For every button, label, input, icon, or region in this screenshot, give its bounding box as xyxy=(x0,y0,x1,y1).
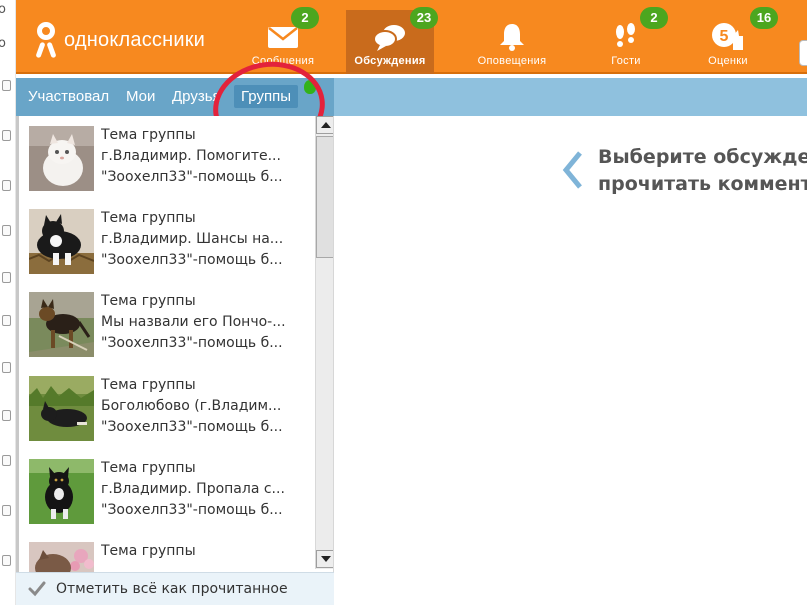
list-item[interactable]: Тема группы Мы назвали его Пончо-... "Зо… xyxy=(29,286,319,357)
screen: о о одноклассники Сообщения 2 Обсуждения… xyxy=(0,0,807,605)
scroll-up-button[interactable] xyxy=(316,116,333,134)
item-title: Тема группы xyxy=(101,293,196,309)
chevron-left-icon xyxy=(562,151,582,189)
bell-icon xyxy=(500,24,524,51)
item-group: "Зоохелп33"-помощь б... xyxy=(101,419,283,435)
scroll-down-button[interactable] xyxy=(316,550,333,568)
item-title: Тема группы xyxy=(101,210,196,226)
tab-mine[interactable]: Мои xyxy=(126,88,155,105)
svg-text:5: 5 xyxy=(720,28,729,45)
strip-marker xyxy=(2,362,11,373)
strip-marker xyxy=(2,455,11,466)
browser-left-strip: о о xyxy=(0,0,16,605)
strip-marker xyxy=(2,180,11,191)
item-topic: Боголюбово (г.Владим... xyxy=(101,398,282,414)
item-topic: г.Владимир. Шансы на... xyxy=(101,231,284,247)
header-stripe xyxy=(334,78,807,116)
item-group: "Зоохелп33"-помощь б... xyxy=(101,502,283,518)
strip-marker xyxy=(2,225,11,236)
item-title: Тема группы xyxy=(101,460,196,476)
item-group: "Зоохелп33"-помощь б... xyxy=(101,335,283,351)
scroll-thumb[interactable] xyxy=(316,136,333,258)
strip-marker xyxy=(2,315,11,326)
nav-discussions-badge: 23 xyxy=(410,7,438,29)
rating-5-icon: 5 xyxy=(712,23,743,50)
nav-guests-badge: 2 xyxy=(640,7,668,29)
item-topic: г.Владимир. Пропала с... xyxy=(101,481,285,497)
footprints-icon xyxy=(616,23,635,47)
nav-discussions[interactable]: Обсуждения 23 xyxy=(346,7,438,74)
strip-marker xyxy=(2,130,11,141)
item-group: "Зоохелп33"-помощь б... xyxy=(101,252,283,268)
strip-glyph: о xyxy=(0,36,6,51)
logo-text: одноклассники xyxy=(64,28,206,51)
strip-marker xyxy=(2,555,11,566)
thumbnail-dog-in-grass xyxy=(29,376,94,441)
item-title: Тема группы xyxy=(101,127,196,143)
item-title: Тема группы xyxy=(101,543,196,559)
list-item[interactable]: Тема группы г.Владимир. Помогите... "Зоо… xyxy=(29,120,319,191)
strip-marker xyxy=(2,410,11,421)
item-group: "Зоохелп33"-помощь б... xyxy=(101,169,283,185)
prompt-line-1: Выберите обсужде xyxy=(598,146,807,168)
prompt-line-2: прочитать коммент xyxy=(598,173,807,195)
strip-marker xyxy=(2,272,11,283)
thumbnail-puppy-on-grass xyxy=(29,459,94,524)
discussions-icon xyxy=(373,25,405,51)
nav-ratings-badge: 16 xyxy=(750,7,778,29)
checkmark-icon xyxy=(28,581,46,597)
thumbnail-black-white-cat xyxy=(29,209,94,274)
arrow-up-icon xyxy=(321,122,331,128)
item-title: Тема группы xyxy=(101,377,196,393)
ok-logo-icon xyxy=(34,22,58,59)
discussion-list: Тема группы г.Владимир. Помогите... "Зоо… xyxy=(16,116,334,605)
nav-notifications[interactable]: Оповещения xyxy=(468,10,556,74)
nav-notifications-label: Оповещения xyxy=(477,55,547,67)
top-nav-bar: одноклассники Сообщения 2 Обсуждения 23 xyxy=(16,0,807,74)
nav-ratings-label: Оценки xyxy=(708,55,748,67)
strip-glyph: о xyxy=(0,2,6,17)
thumbnail-shepherd-dog xyxy=(29,292,94,357)
nav-guests-label: Гости xyxy=(611,55,641,67)
list-item[interactable]: Тема группы Боголюбово (г.Владим... "Зоо… xyxy=(29,370,319,441)
arrow-down-icon xyxy=(321,556,331,562)
strip-marker xyxy=(2,80,11,91)
strip-marker xyxy=(2,505,11,516)
overflow-edge xyxy=(799,40,807,66)
list-item[interactable]: Тема группы г.Владимир. Пропала с... "Зо… xyxy=(29,453,319,524)
tab-participated[interactable]: Участвовал xyxy=(28,88,109,105)
list-item[interactable]: Тема группы г.Владимир. Шансы на... "Зоо… xyxy=(29,203,319,274)
mark-all-read-bar[interactable]: Отметить всё как прочитанное xyxy=(16,572,334,605)
nav-ratings[interactable]: 5 Оценки 16 xyxy=(684,7,778,74)
item-topic: Мы назвали его Пончо-... xyxy=(101,314,286,330)
site-logo[interactable]: одноклассники xyxy=(34,22,206,59)
thumbnail-white-kitten xyxy=(29,126,94,191)
nav-messages-badge: 2 xyxy=(291,7,319,29)
item-topic: г.Владимир. Помогите... xyxy=(101,148,281,164)
nav-discussions-label: Обсуждения xyxy=(354,55,426,67)
mark-all-read-button[interactable]: Отметить всё как прочитанное xyxy=(56,581,288,597)
nav-guests[interactable]: Гости 2 xyxy=(582,7,670,74)
list-scrollbar[interactable] xyxy=(315,116,333,569)
